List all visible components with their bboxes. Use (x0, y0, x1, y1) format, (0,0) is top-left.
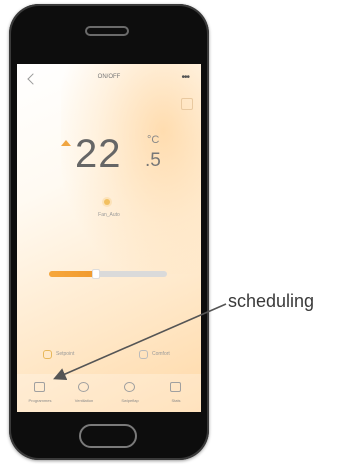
nav-item-stats[interactable]: Stats (159, 380, 193, 410)
chip-label: Setpoint (56, 351, 75, 357)
phone-frame: ON/OFF ••• 22 °C .5 Fan_Auto Setpoint Co… (9, 4, 209, 460)
nav-label: Ventilation (74, 398, 94, 403)
settings-small-icon[interactable] (181, 98, 193, 110)
nav-item-swipeflap[interactable]: Swipeflap (113, 380, 147, 410)
clock-icon (43, 350, 52, 359)
app-screen: ON/OFF ••• 22 °C .5 Fan_Auto Setpoint Co… (17, 64, 201, 412)
temperature-integer: 22 (75, 132, 122, 176)
top-bar: ON/OFF ••• (17, 72, 201, 92)
setpoint-chip[interactable]: Setpoint (43, 349, 93, 361)
nav-label: Swipeflap (121, 398, 139, 403)
slider-fill (49, 271, 97, 277)
speaker-grille (85, 26, 129, 36)
slider-handle[interactable] (92, 269, 101, 279)
bottom-nav: Programmes Ventilation Swipeflap Stats (17, 374, 201, 412)
fan-speed-slider[interactable] (49, 269, 167, 279)
swing-icon (124, 382, 135, 392)
mode-label: Fan_Auto (98, 212, 120, 218)
temperature-decimal: .5 (145, 150, 161, 171)
nav-item-programmes[interactable]: Programmes (23, 380, 57, 410)
device-title: ON/OFF (97, 74, 121, 80)
more-options-icon[interactable]: ••• (181, 72, 189, 83)
back-arrow-icon[interactable] (27, 73, 39, 85)
nav-item-ventilation[interactable]: Ventilation (67, 380, 101, 410)
sun-icon (104, 199, 110, 205)
home-button[interactable] (79, 424, 137, 448)
timer-icon (170, 382, 181, 392)
fan-icon (78, 382, 89, 392)
leaf-icon (139, 350, 148, 359)
comfort-chip[interactable]: Comfort (139, 349, 183, 361)
nav-label: Stats (171, 398, 181, 403)
nav-label: Programmes (28, 398, 52, 403)
annotation-label: scheduling (228, 291, 315, 311)
calendar-icon (34, 382, 45, 392)
temperature-display: 22 °C .5 (47, 132, 187, 182)
chip-label: Comfort (152, 351, 170, 357)
temperature-unit: °C (147, 134, 160, 146)
temperature-up-icon[interactable] (61, 140, 71, 146)
